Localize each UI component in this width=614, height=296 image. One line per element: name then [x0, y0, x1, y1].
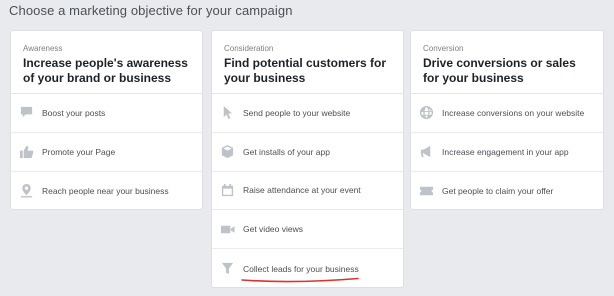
objective-label: Collect leads for your business: [243, 263, 359, 274]
chat-bubble-icon: [19, 105, 34, 120]
objective-reach-nearby[interactable]: Reach people near your business: [11, 172, 202, 211]
column-title: Find potential customers for your busine…: [224, 56, 387, 85]
column-title: Drive conversions or sales for your busi…: [423, 56, 576, 85]
objective-event-responses[interactable]: Raise attendance at your event: [212, 172, 403, 211]
objective-label: Get people to claim your offer: [442, 185, 554, 196]
objective-label: Increase conversions on your website: [442, 107, 585, 118]
objective-offer-claims[interactable]: Get people to claim your offer: [411, 172, 603, 211]
ticket-icon: [419, 183, 434, 198]
location-pin-icon: [19, 183, 34, 199]
objective-app-engagement[interactable]: Increase engagement in your app: [411, 133, 603, 172]
cursor-arrow-icon: [220, 105, 235, 120]
objective-label: Boost your posts: [42, 107, 106, 118]
column-title: Increase people's awareness of your bran…: [23, 56, 188, 85]
column-header: Awareness Increase people's awareness of…: [11, 31, 202, 94]
objective-label: Get installs of your app: [243, 146, 330, 157]
column-kicker: Conversion: [423, 44, 464, 53]
objective-website-traffic[interactable]: Send people to your website: [212, 94, 403, 133]
column-header: Conversion Drive conversions or sales fo…: [411, 31, 603, 94]
column-kicker: Awareness: [23, 44, 63, 53]
objective-promote-page[interactable]: Promote your Page: [11, 133, 202, 172]
calendar-icon: [220, 183, 235, 198]
annotation-underline: [241, 277, 359, 283]
megaphone-icon: [419, 144, 434, 159]
objective-boost-posts[interactable]: Boost your posts: [11, 94, 202, 133]
funnel-icon: [220, 261, 235, 276]
objective-label: Send people to your website: [243, 107, 351, 118]
cube-icon: [220, 144, 235, 159]
page-title: Choose a marketing objective for your ca…: [9, 3, 293, 18]
column-header: Consideration Find potential customers f…: [212, 31, 403, 94]
objective-label: Get video views: [243, 224, 303, 235]
objective-label: Promote your Page: [42, 146, 116, 157]
globe-icon: [419, 105, 434, 120]
objective-video-views[interactable]: Get video views: [212, 210, 403, 250]
thumbs-up-icon: [19, 144, 34, 159]
objective-label: Reach people near your business: [42, 185, 169, 196]
objective-website-conversions[interactable]: Increase conversions on your website: [411, 94, 603, 133]
objective-column-consideration: Consideration Find potential customers f…: [211, 30, 404, 288]
objective-label: Increase engagement in your app: [442, 146, 569, 157]
column-kicker: Consideration: [224, 44, 274, 53]
objective-column-conversion: Conversion Drive conversions or sales fo…: [410, 30, 604, 210]
video-camera-icon: [220, 222, 235, 237]
objective-label: Raise attendance at your event: [243, 185, 361, 196]
objective-app-installs[interactable]: Get installs of your app: [212, 133, 403, 172]
objective-column-awareness: Awareness Increase people's awareness of…: [10, 30, 203, 210]
